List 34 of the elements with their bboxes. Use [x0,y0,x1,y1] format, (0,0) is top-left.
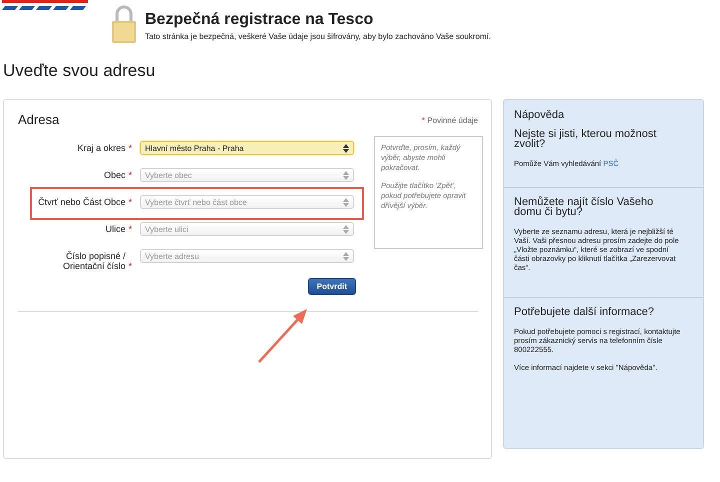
field-label: Čtvrť nebo Část Obce [38,197,126,207]
sort-arrows-icon [343,252,349,260]
section-title: Uveďte svou adresu [3,61,156,82]
required-mark: * [128,261,132,271]
help-heading: Nemůžete najít číslo Vašeho domu či bytu? [514,197,654,217]
dropdown[interactable]: Vyberte ulici [140,222,354,236]
field-label: Kraj a okres [77,143,126,153]
dropdown[interactable]: Vyberte obec [140,168,354,182]
field-label: Obec [104,170,126,180]
field-label: Číslo popisné / Orientační číslo [62,251,126,271]
required-mark: * [128,224,132,234]
dropdown[interactable]: Hlavní město Praha - Praha [140,141,354,155]
logo-icon [2,0,88,11]
required-mark: * [128,170,132,180]
required-mark: * [128,143,132,153]
help-heading: Nejste si jisti, kterou možnost zvolit? [514,129,658,149]
dropdown[interactable]: Vyberte čtvrť nebo část obce [140,195,354,209]
field-label: Ulice [105,224,126,234]
help-title: Nápověda [513,108,566,121]
annotation-arrow [258,309,307,363]
padlock-icon [111,4,137,46]
help-heading: Potřebujete další informace? [514,307,656,317]
required-mark: * [128,197,132,207]
required-note: Povinné údaje [427,116,478,125]
required-mark: * [422,116,426,125]
page-heading: Bezpečná registrace na Tesco [145,11,374,29]
security-note: Tato stránka je bezpečná, veškeré Vaše údaje jsou šifrovány, aby bylo zachováno Vaše soukromí. [145,32,491,41]
confirm-button[interactable]: Potvrdit [308,278,356,295]
sort-arrows-icon [343,224,349,234]
sort-arrows-icon [343,144,349,152]
sort-arrows-icon [343,170,349,180]
form-title: Adresa [18,112,60,127]
sort-arrows-icon [343,198,349,206]
dropdown[interactable]: Vyberte adresu [140,249,354,263]
